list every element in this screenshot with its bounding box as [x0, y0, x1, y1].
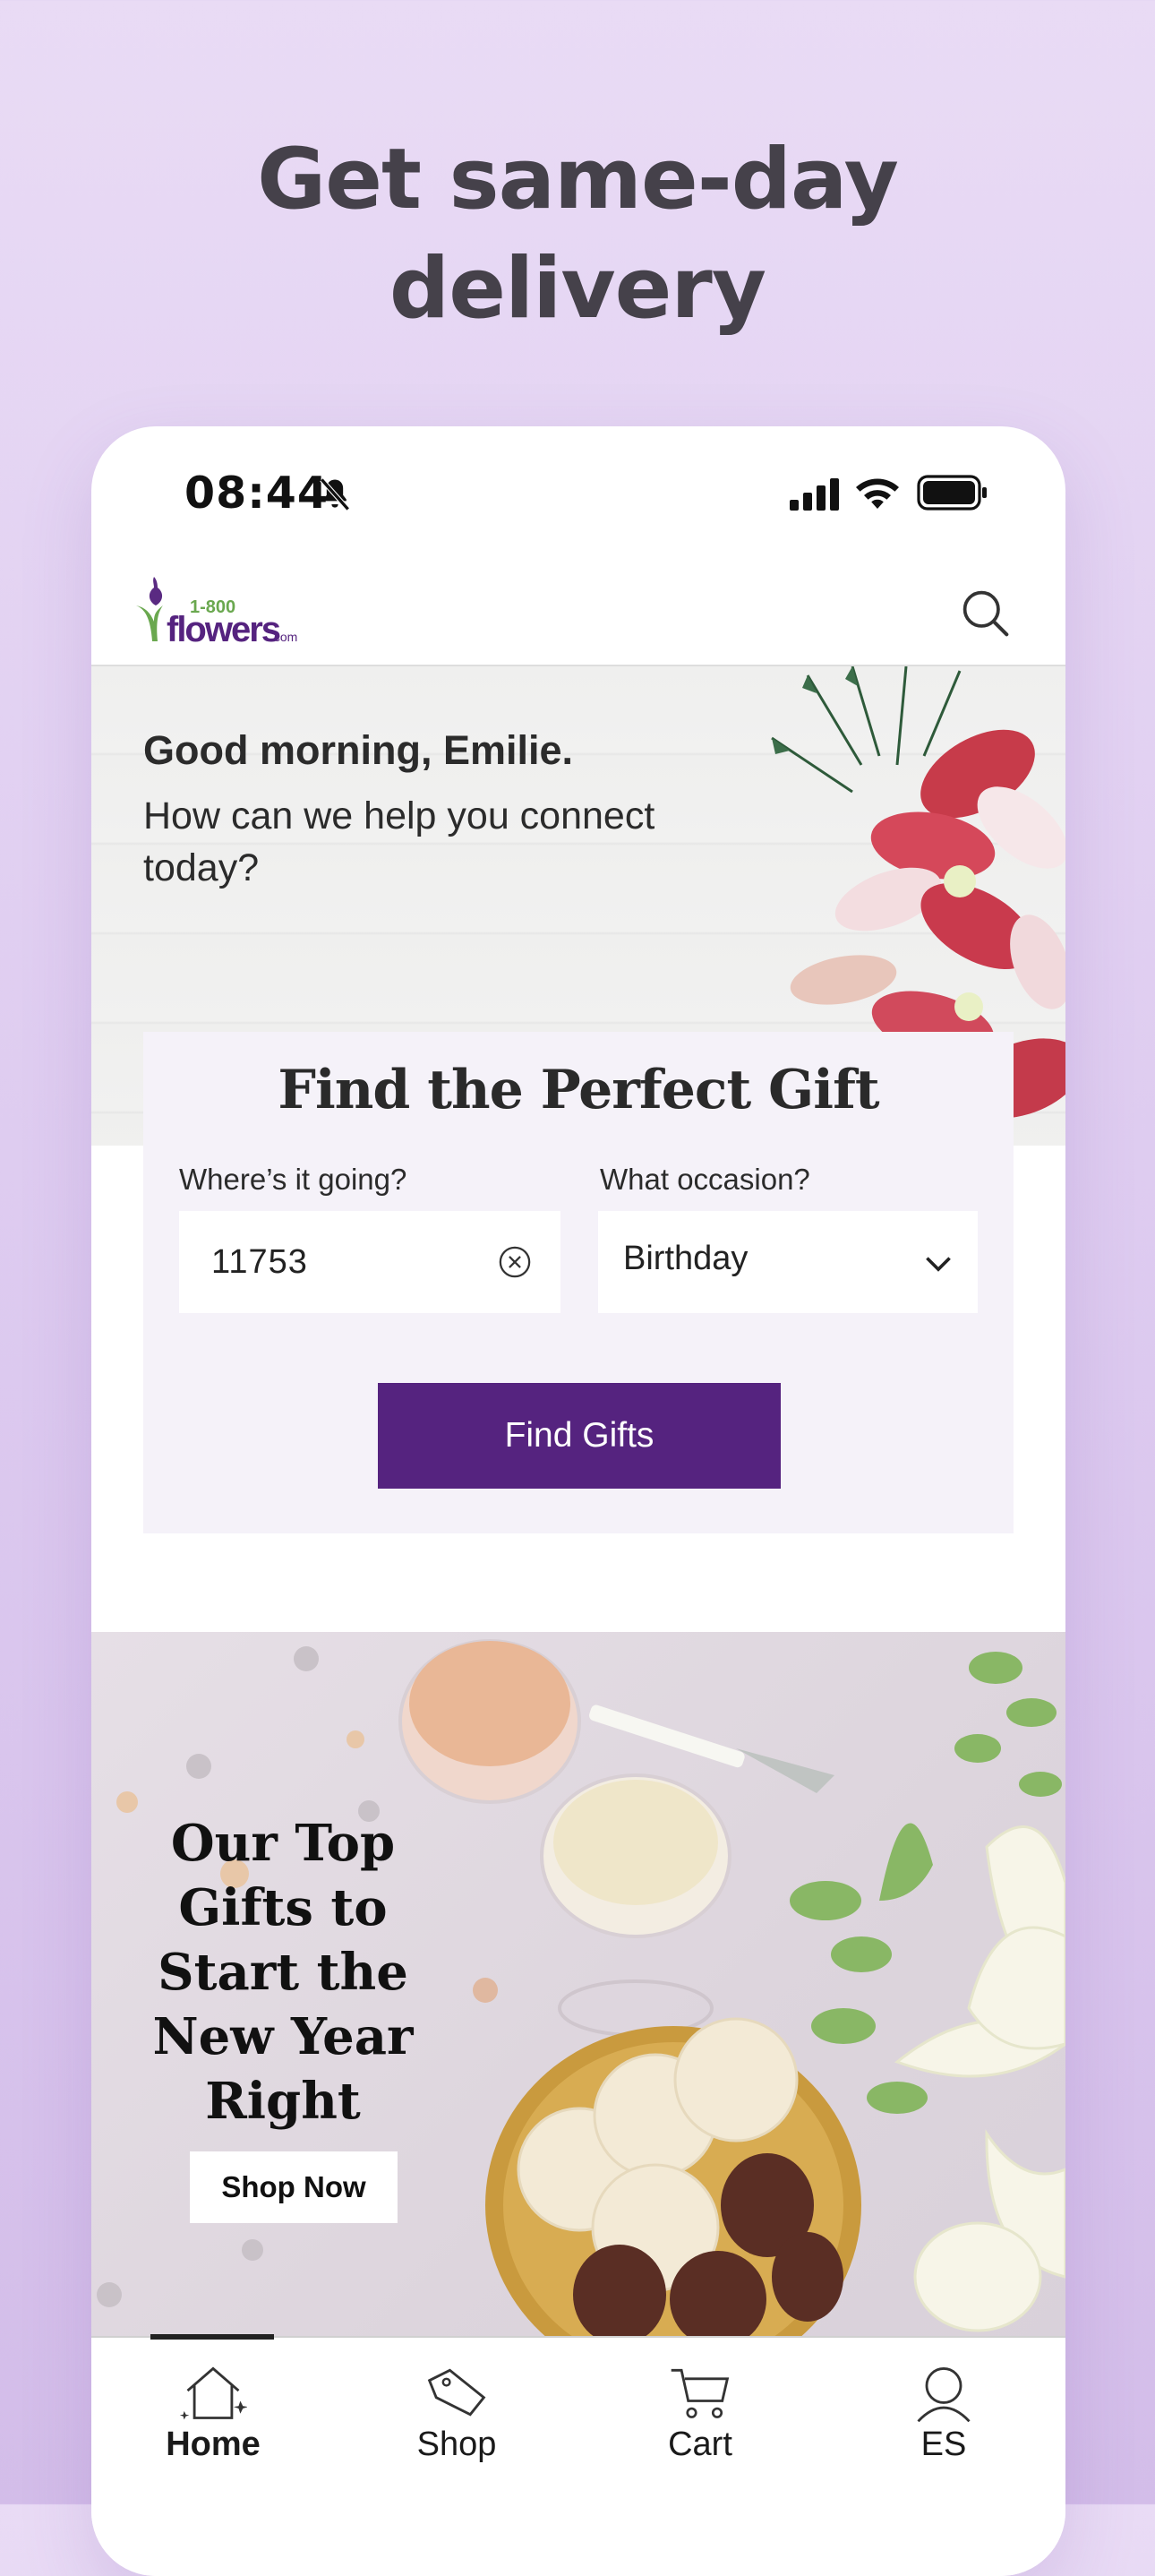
new-year-promo-banner[interactable]: Our Top Gifts to Start the New Year Righ…	[91, 1632, 1065, 2340]
zip-field-label: Where’s it going?	[179, 1163, 407, 1196]
tab-home-label: Home	[166, 2426, 261, 2463]
occasion-select[interactable]: Birthday	[598, 1211, 978, 1313]
find-gifts-button[interactable]: Find Gifts	[378, 1383, 781, 1489]
shop-now-button[interactable]: Shop Now	[190, 2151, 398, 2223]
greeting-text: Good morning, Emilie.	[143, 727, 574, 773]
tab-shop[interactable]: Shop	[367, 2356, 546, 2490]
tab-cart[interactable]: Cart	[611, 2356, 790, 2490]
bell-muted-icon	[320, 477, 350, 511]
signal-icon	[790, 478, 839, 511]
zip-code-input[interactable]: 11753	[179, 1211, 560, 1313]
svg-text:.com: .com	[270, 630, 297, 644]
tag-icon	[427, 2368, 486, 2417]
bottom-tab-bar: Home Shop Cart ES	[91, 2334, 1065, 2576]
tab-es-label: ES	[920, 2426, 967, 2463]
gift-finder-title: Find the Perfect Gift	[278, 1059, 879, 1121]
app-header: 1-800 flowers .com	[91, 561, 1065, 666]
cart-icon	[671, 2368, 730, 2418]
search-icon[interactable]	[960, 588, 1010, 638]
promo-banner-title: Our Top Gifts to Start the New Year Righ…	[152, 1814, 414, 2131]
greeting-subtitle: How can we help you connect today?	[143, 794, 655, 889]
clear-icon[interactable]	[498, 1245, 532, 1279]
page-headline: Get same-day delivery	[0, 125, 1155, 344]
brand-logo[interactable]: 1-800 flowers .com	[127, 570, 306, 650]
chevron-down-icon	[926, 1257, 951, 1272]
gift-finder-card: Find the Perfect Gift Where’s it going? …	[143, 1032, 1014, 1533]
home-icon	[179, 2366, 247, 2420]
tab-shop-label: Shop	[416, 2426, 497, 2463]
status-time: 08:44	[184, 468, 329, 519]
svg-text:flowers: flowers	[167, 610, 280, 649]
tab-cart-label: Cart	[668, 2426, 732, 2463]
phone-frame: 08:44 1-800 flowers .com Good morning, E…	[91, 426, 1065, 2576]
person-icon	[917, 2366, 971, 2422]
zip-code-value: 11753	[211, 1243, 308, 1281]
tab-account-es[interactable]: ES	[854, 2356, 1033, 2490]
active-tab-indicator	[150, 2334, 274, 2340]
status-bar: 08:44	[91, 426, 1065, 561]
battery-icon	[917, 475, 987, 511]
occasion-value: Birthday	[623, 1240, 749, 1277]
wifi-icon	[856, 478, 899, 509]
tab-home[interactable]: Home	[124, 2356, 303, 2490]
headline-line-1: Get same-day	[257, 131, 899, 228]
headline-line-2: delivery	[389, 240, 766, 339]
occasion-field-label: What occasion?	[600, 1163, 810, 1196]
